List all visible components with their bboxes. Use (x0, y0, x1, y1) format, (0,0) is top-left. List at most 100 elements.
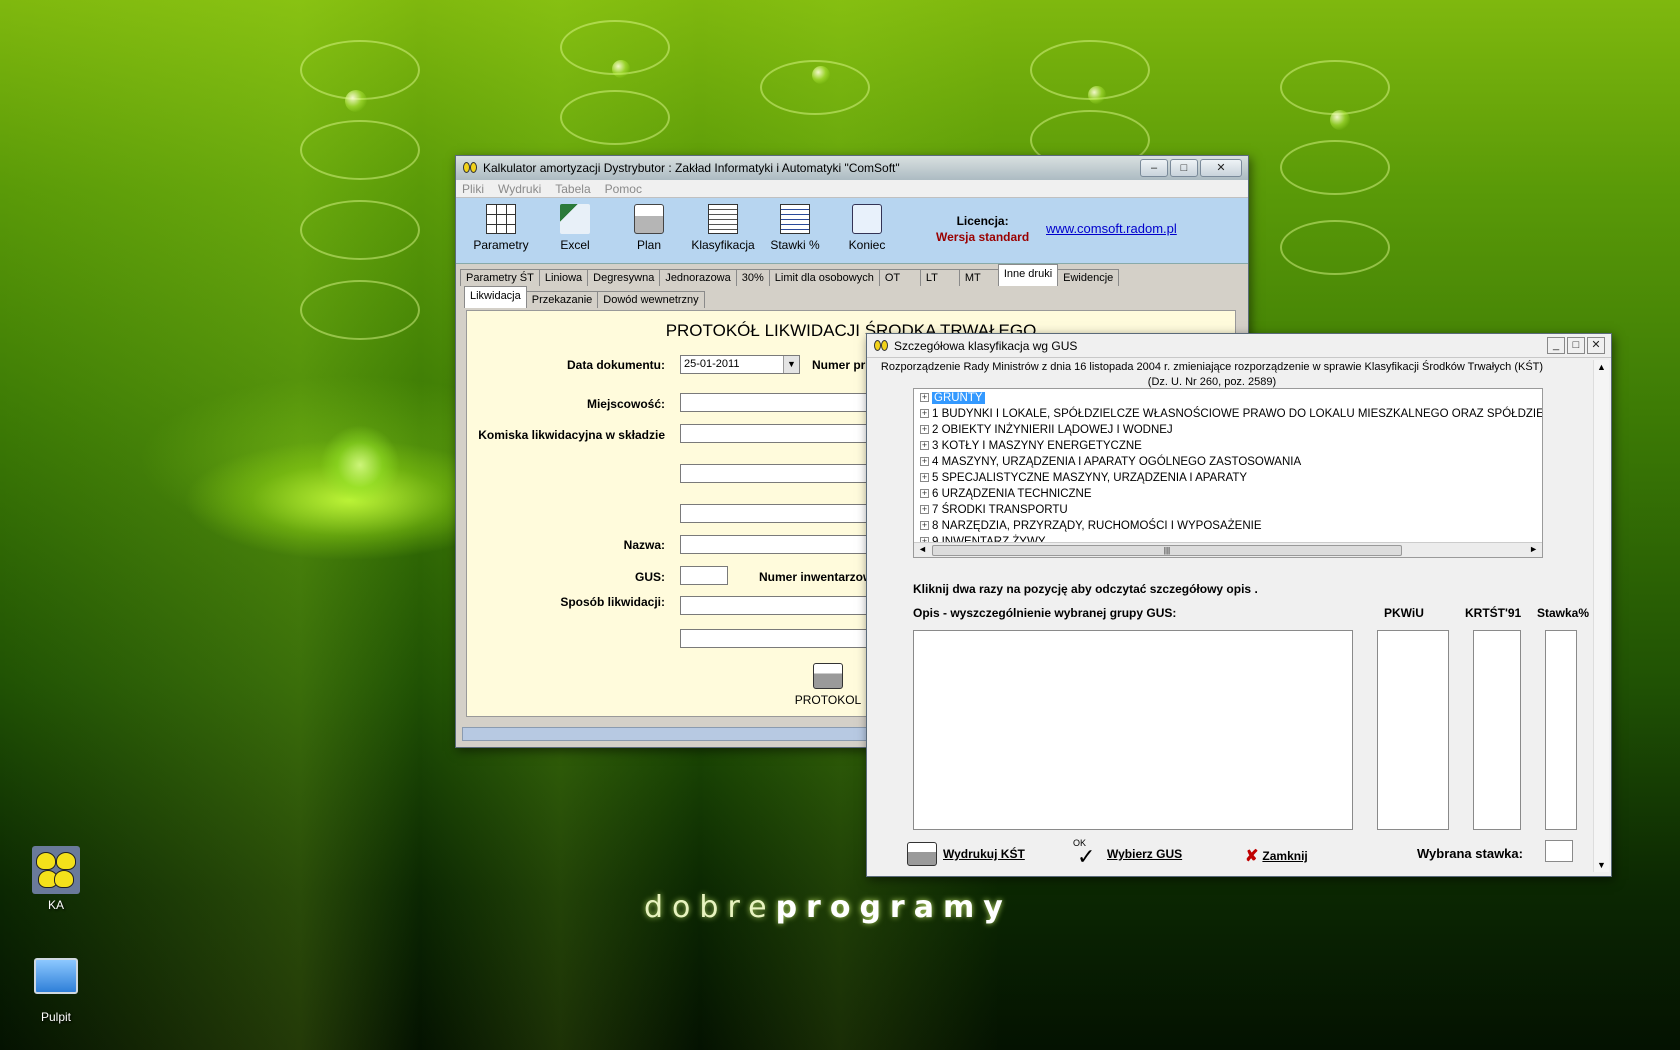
scroll-down-icon[interactable]: ▼ (1597, 860, 1606, 870)
scrollbar-thumb[interactable]: ||| (932, 545, 1402, 556)
menu-wydruki[interactable]: Wydruki (498, 182, 541, 196)
subtab-przekazanie[interactable]: Przekazanie (525, 291, 599, 308)
expand-icon[interactable]: + (920, 393, 929, 402)
menu-pomoc[interactable]: Pomoc (605, 182, 642, 196)
expand-icon[interactable]: + (920, 489, 929, 498)
tree-item-label: 5 SPECJALISTYCZNE MASZYNY, URZĄDZENIA I … (932, 471, 1248, 484)
expand-icon[interactable]: + (920, 457, 929, 466)
toolbar-label: Klasyfikacja (691, 238, 755, 252)
commission-input-2[interactable] (680, 464, 880, 483)
scroll-up-icon[interactable]: ▲ (1597, 362, 1606, 372)
close-dialog-button[interactable]: ✘ Zamknij (1245, 846, 1308, 866)
menu-tabela[interactable]: Tabela (555, 182, 590, 196)
wallpaper-orb (320, 425, 400, 505)
tab-inne-druki[interactable]: Inne druki (997, 264, 1059, 286)
chosen-rate-label: Wybrana stawka: (1417, 846, 1523, 861)
tab-degresywna[interactable]: Degresywna (587, 269, 661, 286)
expand-icon[interactable]: + (920, 425, 929, 434)
toolbar-parametry-button[interactable]: Parametry (466, 204, 536, 252)
tree-item[interactable]: + GRUNTY (920, 390, 985, 405)
tab-ewidencje[interactable]: Ewidencje (1057, 269, 1120, 286)
expand-icon[interactable]: + (920, 441, 929, 450)
toolbar-koniec-button[interactable]: Koniec (832, 204, 902, 252)
commission-input-1[interactable] (680, 424, 880, 443)
maximize-button[interactable]: □ (1170, 159, 1198, 177)
chevron-down-icon[interactable]: ▼ (783, 356, 799, 373)
tab-liniowa[interactable]: Liniowa (538, 269, 589, 286)
gus-window-titlebar[interactable]: Szczegółowa klasyfikacja wg GUS _ □ ✕ (867, 334, 1611, 358)
scroll-right-icon[interactable]: ► (1529, 544, 1538, 554)
expand-icon[interactable]: + (920, 505, 929, 514)
main-window-titlebar[interactable]: Kalkulator amortyzacji Dystrybutor : Zak… (456, 156, 1248, 180)
choose-gus-button[interactable]: OK ✓ Wybierz GUS (1073, 838, 1182, 869)
method-input-2[interactable] (680, 629, 880, 648)
wallpaper-swirl (300, 200, 420, 260)
pkwiu-box[interactable] (1377, 630, 1449, 830)
tab-30-percent[interactable]: 30% (735, 269, 770, 286)
tree-item[interactable]: +8 NARZĘDZIA, PRZYRZĄDY, RUCHOMOŚCI I WY… (920, 518, 1262, 533)
print-kst-button[interactable]: Wydrukuj KŚT (907, 842, 1025, 866)
number-label: Numer pr (812, 358, 866, 372)
tree-item[interactable]: +6 URZĄDZENIA TECHNICZNE (920, 486, 1092, 501)
vertical-scrollbar[interactable]: ▲ ▼ (1593, 360, 1609, 872)
horizontal-scrollbar[interactable]: ◄ ||| ► (914, 542, 1542, 557)
tab-mt[interactable]: MT (958, 269, 999, 286)
date-combo[interactable]: 25-01-2011 ▼ (680, 355, 800, 374)
tab-limit-osobowych[interactable]: Limit dla osobowych (768, 269, 880, 286)
close-button[interactable]: ✕ (1200, 159, 1242, 177)
sub-tabs: Likwidacja Przekazanie Dowód wewnetrzny (456, 286, 1248, 308)
website-link[interactable]: www.comsoft.radom.pl (1046, 221, 1177, 236)
close-button[interactable]: ✕ (1587, 337, 1605, 354)
rate-box[interactable] (1545, 630, 1577, 830)
method-input-1[interactable] (680, 596, 880, 615)
toolbar-excel-button[interactable]: Excel (540, 204, 610, 252)
gus-input[interactable] (680, 566, 728, 585)
desktop-icon-pulpit[interactable]: Pulpit (16, 952, 96, 1024)
regulation-text-1: Rozporządzenie Rady Ministrów z dnia 16 … (880, 361, 1544, 373)
tree-item[interactable]: +2 OBIEKTY INŻYNIERII LĄDOWEJ I WODNEJ (920, 422, 1173, 437)
desktop-icon-label: KA (47, 898, 64, 912)
tab-jednorazowa[interactable]: Jednorazowa (659, 269, 737, 286)
subtab-dowod-wewnetrzny[interactable]: Dowód wewnetrzny (597, 291, 705, 308)
wallpaper-swirl (1280, 60, 1390, 115)
tree-item[interactable]: +7 ŚRODKI TRANSPORTU (920, 502, 1068, 517)
toolbar-plan-button[interactable]: Plan (614, 204, 684, 252)
toolbar-stawki-button[interactable]: Stawki % (760, 204, 830, 252)
wallpaper-swirl (560, 90, 670, 145)
description-box[interactable] (913, 630, 1353, 830)
classification-tree[interactable]: + GRUNTY +1 BUDYNKI I LOKALE, SPÓŁDZIELCZ… (913, 388, 1543, 558)
tree-item[interactable]: +3 KOTŁY I MASZYNY ENERGETYCZNE (920, 438, 1142, 453)
toolbar-klasyfikacja-button[interactable]: Klasyfikacja (688, 204, 758, 252)
classification-icon (708, 204, 738, 234)
tab-parametry-st[interactable]: Parametry ŚT (460, 269, 540, 286)
desktop-icon-ka[interactable]: KA (16, 846, 96, 912)
toolbar-label: Parametry (473, 238, 529, 252)
commission-input-3[interactable] (680, 504, 880, 523)
wallpaper-swirl (1280, 140, 1390, 195)
chosen-rate-field[interactable] (1545, 840, 1573, 862)
place-input[interactable] (680, 393, 880, 412)
tab-ot[interactable]: OT (878, 269, 921, 286)
scroll-left-icon[interactable]: ◄ (918, 544, 927, 554)
name-label: Nazwa: (623, 538, 665, 552)
protokol-label: PROTOKOL (794, 693, 862, 707)
app-icon (462, 161, 478, 175)
expand-icon[interactable]: + (920, 473, 929, 482)
wallpaper-swirl (300, 120, 420, 180)
expand-icon[interactable]: + (920, 521, 929, 530)
minimize-button[interactable]: – (1140, 159, 1168, 177)
exit-icon (852, 204, 882, 234)
tree-item[interactable]: +1 BUDYNKI I LOKALE, SPÓŁDZIELCZE WŁASNO… (920, 406, 1542, 421)
tree-item[interactable]: +4 MASZYNY, URZĄDZENIA I APARATY OGÓLNEG… (920, 454, 1301, 469)
expand-icon[interactable]: + (920, 409, 929, 418)
maximize-button[interactable]: □ (1567, 337, 1585, 354)
menu-pliki[interactable]: Pliki (462, 182, 484, 196)
minimize-button[interactable]: _ (1547, 337, 1565, 354)
tab-lt[interactable]: LT (919, 269, 960, 286)
regulation-text-2: (Dz. U. Nr 260, poz. 2589) (1147, 376, 1277, 388)
subtab-likwidacja[interactable]: Likwidacja (464, 286, 527, 308)
name-input[interactable] (680, 535, 880, 554)
krtst-box[interactable] (1473, 630, 1521, 830)
tree-item[interactable]: +5 SPECJALISTYCZNE MASZYNY, URZĄDZENIA I… (920, 470, 1247, 485)
protokol-button[interactable]: PROTOKOL (793, 663, 863, 707)
